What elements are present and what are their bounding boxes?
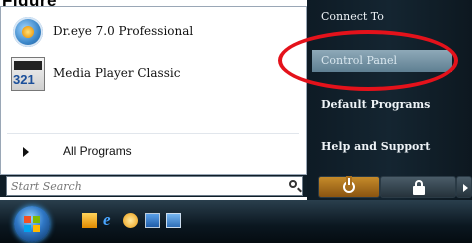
windows-logo-icon [24,216,40,232]
film-strip-shape [14,61,42,70]
taskbar [0,200,472,243]
shutdown-options-button[interactable] [456,176,472,198]
programs-pane: Dr.eye 7.0 Professional 321 Media Player… [0,6,307,175]
show-desktop-icon[interactable] [145,213,160,228]
divider [7,133,299,134]
lock-button[interactable] [380,176,456,198]
program-item-dreye[interactable]: Dr.eye 7.0 Professional [7,11,299,55]
program-label: Media Player Classic [53,66,181,80]
lock-icon [413,180,425,195]
icon-badge-text: 321 [13,72,35,87]
search-input[interactable] [11,178,276,194]
program-label: Dr.eye 7.0 Professional [53,24,194,38]
menu-item-connect-to[interactable]: Connect To [321,10,384,32]
all-programs-button[interactable]: All Programs [7,139,299,165]
folder-icon[interactable] [123,213,138,228]
switch-windows-icon[interactable] [166,213,181,228]
start-button[interactable] [14,206,50,242]
menu-item-default-programs[interactable]: Default Programs [321,98,430,120]
all-programs-label: All Programs [63,144,132,158]
ie-glyph: e [103,210,111,229]
search-icon[interactable] [289,180,297,188]
media-player-icon: 321 [11,57,45,91]
media-icon[interactable] [82,213,97,228]
power-button[interactable] [318,176,380,198]
internet-explorer-icon[interactable]: e [103,210,118,229]
menu-item-help-and-support[interactable]: Help and Support [321,140,430,162]
dreye-icon [13,17,43,47]
start-menu-screenshot: Figure Dr.eye 7.0 Professional 321 Media… [0,0,472,243]
arrow-right-icon [23,147,29,157]
program-item-media-player-classic[interactable]: 321 Media Player Classic [7,53,299,97]
menu-item-control-panel[interactable]: Control Panel [312,50,452,72]
arrow-right-icon [463,184,468,192]
search-box[interactable] [6,176,303,196]
power-icon [343,178,355,193]
